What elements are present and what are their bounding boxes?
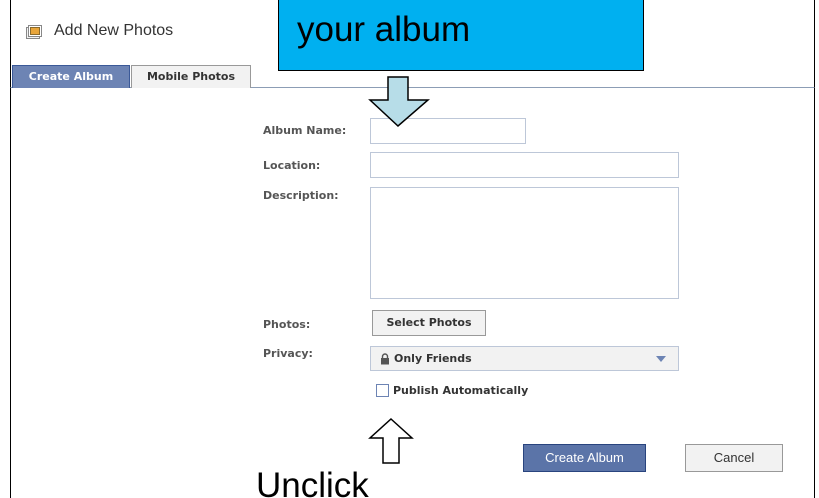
album-name-label: Album Name: [263, 124, 347, 137]
callout-box: your album [278, 0, 644, 71]
cancel-button[interactable]: Cancel [685, 444, 783, 472]
page-title: Add New Photos [54, 22, 174, 39]
privacy-dropdown[interactable]: Only Friends [370, 346, 679, 371]
description-label: Description: [263, 189, 339, 202]
location-label: Location: [263, 159, 321, 172]
up-arrow-icon [368, 417, 414, 464]
select-photos-button[interactable]: Select Photos [372, 310, 486, 336]
publish-automatically-checkbox[interactable] [376, 384, 389, 397]
create-album-button[interactable]: Create Album [523, 444, 646, 472]
description-textarea[interactable] [370, 187, 679, 299]
down-arrow-icon [368, 76, 430, 128]
location-input[interactable] [370, 152, 679, 178]
tab-create-album[interactable]: Create Album [12, 65, 130, 88]
privacy-value: Only Friends [394, 352, 472, 365]
publish-automatically-label: Publish Automatically [393, 384, 529, 397]
photo-album-icon [26, 25, 42, 39]
callout-text: your album [297, 10, 471, 49]
lock-icon [381, 353, 389, 365]
photos-label: Photos: [263, 318, 311, 331]
tab-mobile-photos[interactable]: Mobile Photos [131, 65, 251, 88]
annotation-text: Unclick [256, 466, 369, 498]
chevron-down-icon [656, 356, 666, 362]
privacy-label: Privacy: [263, 347, 313, 360]
